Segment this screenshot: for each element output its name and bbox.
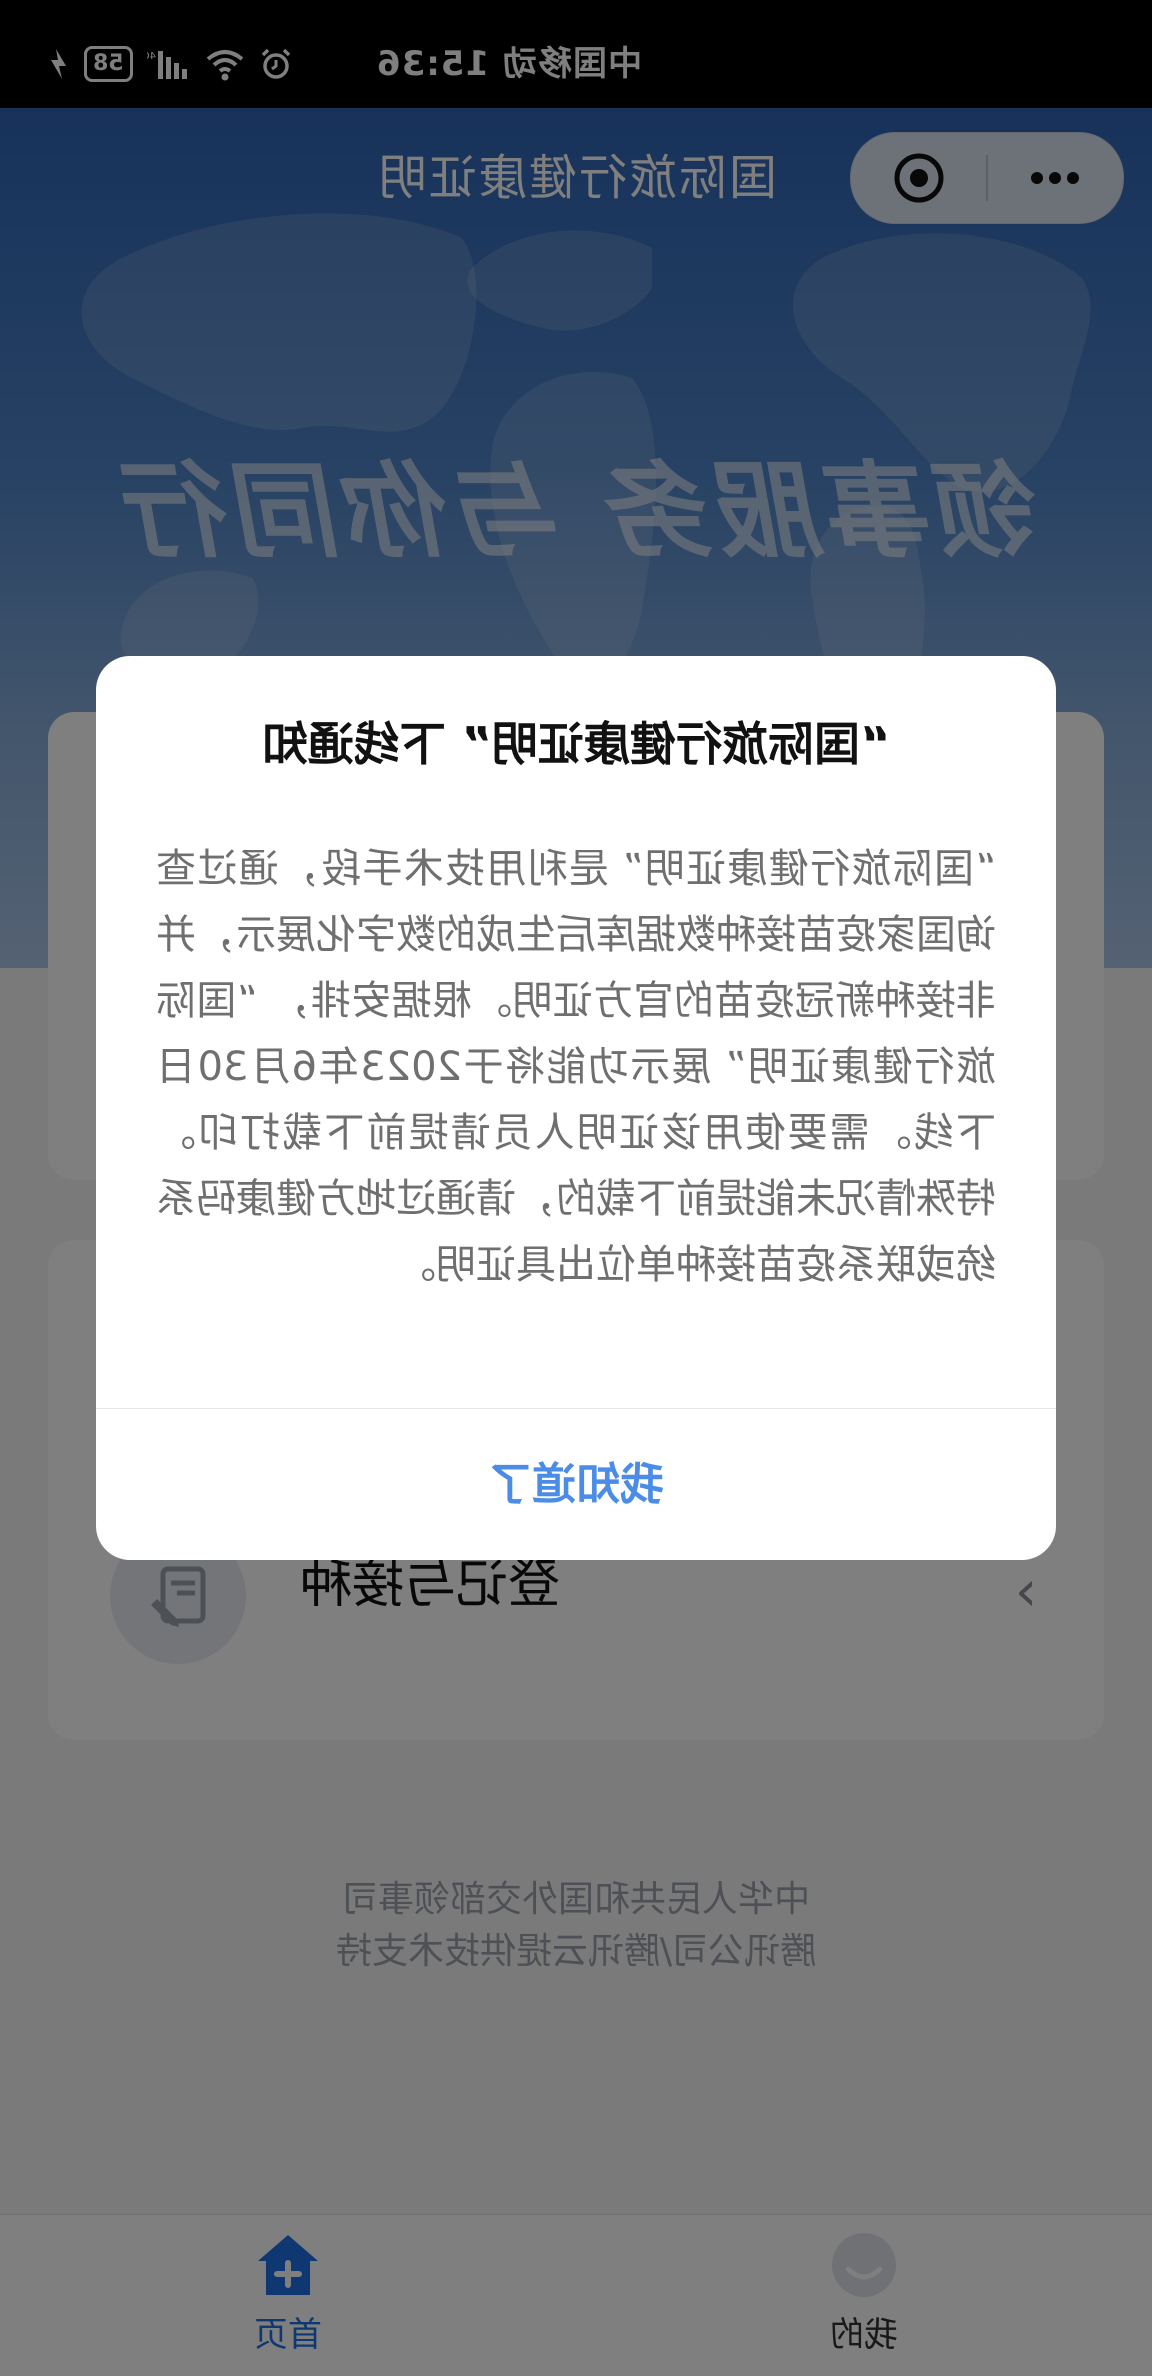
offline-notice-dialog: “国际旅行健康证明” 下线通知 “国际旅行健康证明” 是利用技术手段，通过查询国… <box>96 656 1056 1560</box>
acknowledge-button[interactable]: 我知道了 <box>96 1409 1056 1560</box>
dialog-body: “国际旅行健康证明” 是利用技术手段，通过查询国家疫苗接种数据库后生成的数字化展… <box>156 846 996 1288</box>
dialog-title: “国际旅行健康证明” 下线通知 <box>261 717 891 771</box>
